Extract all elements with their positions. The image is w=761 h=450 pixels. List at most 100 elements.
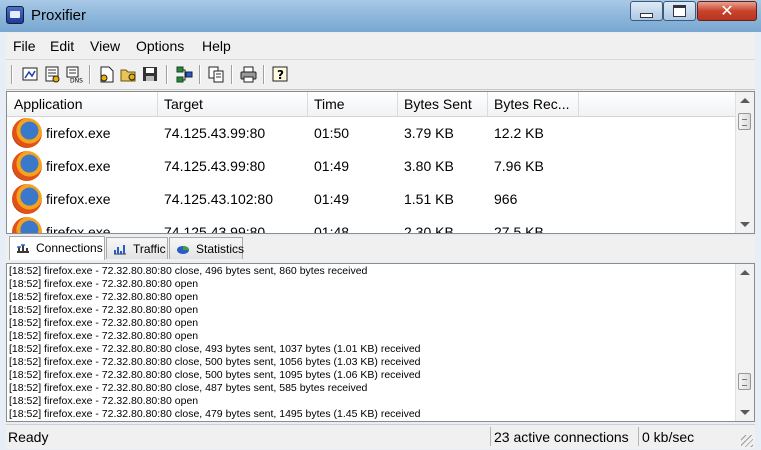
status-rate: 0 kb/sec: [642, 429, 695, 445]
dns-icon[interactable]: DNS: [66, 66, 83, 83]
scrollbar-thumb[interactable]: [738, 113, 751, 130]
connections-scrollbar[interactable]: [735, 92, 754, 233]
tab-label: Statistics: [196, 242, 245, 256]
statistics-icon: [177, 246, 189, 254]
column-divider[interactable]: [397, 92, 398, 116]
maximize-icon: [673, 5, 686, 17]
log-line: [18:52] firefox.exe - 72.32.80.80:80 ope…: [9, 291, 199, 303]
scroll-down-arrow-icon[interactable]: [740, 222, 750, 227]
tab-connections[interactable]: Connections: [9, 236, 105, 260]
toolbar-separator: [199, 65, 201, 84]
table-row[interactable]: firefox.exe 74.125.43.99:80 01:48 2.30 K…: [7, 216, 735, 234]
proxy-chains-icon[interactable]: [176, 66, 193, 83]
connections-header: Application Target Time Bytes Sent Bytes…: [7, 92, 735, 117]
menu-help[interactable]: Help: [202, 38, 231, 54]
cell-bytes-received: 966: [494, 191, 518, 207]
close-button[interactable]: ✕: [697, 1, 757, 21]
firefox-icon: [12, 217, 42, 233]
cell-bytes-received: 7.96 KB: [494, 158, 544, 174]
tab-label: Traffic: [133, 242, 166, 256]
table-row[interactable]: firefox.exe 74.125.43.99:80 01:50 3.79 K…: [7, 117, 735, 150]
proxifier-app-icon[interactable]: [6, 6, 24, 24]
view-tabs: Connections Traffic Statistics: [6, 236, 755, 261]
connections-table: Application Target Time Bytes Sent Bytes…: [6, 91, 755, 234]
firefox-icon: [12, 118, 42, 148]
log-line: [18:52] firefox.exe - 72.32.80.80:80 clo…: [9, 408, 421, 420]
minimize-icon: [640, 12, 653, 18]
toolbar-separator: [11, 65, 13, 84]
cell-time: 01:49: [314, 158, 350, 174]
column-divider[interactable]: [578, 92, 579, 116]
menu-view[interactable]: View: [90, 38, 120, 54]
cell-bytes-received: 27.5 KB: [494, 224, 544, 234]
toolbar-separator: [263, 65, 265, 84]
maximize-button[interactable]: [663, 1, 696, 21]
status-divider: [490, 427, 491, 446]
scroll-up-arrow-icon[interactable]: [740, 270, 750, 275]
copy-icon[interactable]: [208, 66, 225, 83]
scrollbar-thumb[interactable]: [738, 373, 751, 390]
traffic-chart-icon: [114, 245, 126, 255]
cell-target: 74.125.43.99:80: [164, 224, 266, 234]
resize-grip[interactable]: [741, 435, 753, 447]
status-state: Ready: [8, 429, 49, 445]
cell-bytes-sent: 3.80 KB: [404, 158, 454, 174]
toolbar-separator: [166, 65, 168, 84]
save-profile-icon[interactable]: [142, 66, 159, 83]
cell-target: 74.125.43.99:80: [164, 125, 266, 141]
table-row[interactable]: firefox.exe 74.125.43.99:80 01:49 3.80 K…: [7, 150, 735, 183]
cell-application: firefox.exe: [46, 224, 111, 234]
log-line: [18:52] firefox.exe - 72.32.80.80:80 ope…: [9, 304, 199, 316]
minimize-button[interactable]: [630, 1, 663, 21]
column-application[interactable]: Application: [14, 96, 83, 112]
status-divider: [638, 427, 639, 446]
print-icon[interactable]: [240, 66, 257, 83]
column-divider[interactable]: [307, 92, 308, 116]
menu-file[interactable]: File: [13, 38, 36, 54]
log-scrollbar[interactable]: [735, 264, 754, 421]
connections-icon: [17, 244, 29, 253]
new-profile-icon[interactable]: [98, 66, 115, 83]
column-divider[interactable]: [157, 92, 158, 116]
cell-target: 74.125.43.99:80: [164, 158, 266, 174]
tab-statistics[interactable]: Statistics: [169, 237, 245, 259]
cell-time: 01:50: [314, 125, 350, 141]
rules-icon[interactable]: [44, 66, 61, 83]
cell-bytes-received: 12.2 KB: [494, 125, 544, 141]
tab-traffic[interactable]: Traffic: [106, 237, 168, 259]
help-icon[interactable]: ?: [272, 66, 289, 83]
firefox-icon: [12, 151, 42, 181]
column-divider[interactable]: [487, 92, 488, 116]
menu-options[interactable]: Options: [136, 38, 184, 54]
cell-bytes-sent: 2.30 KB: [404, 224, 454, 234]
column-target[interactable]: Target: [164, 96, 203, 112]
cell-target: 74.125.43.102:80: [164, 191, 273, 207]
column-bytes-sent[interactable]: Bytes Sent: [404, 96, 472, 112]
column-bytes-received[interactable]: Bytes Rec...: [494, 96, 569, 112]
log-line: [18:52] firefox.exe - 72.32.80.80:80 clo…: [9, 369, 421, 381]
open-profile-icon[interactable]: [120, 66, 137, 83]
scroll-down-arrow-icon[interactable]: [740, 410, 750, 415]
log-line: [18:52] firefox.exe - 72.32.80.80:80 clo…: [9, 356, 421, 368]
log-line: [18:52] firefox.exe - 72.32.80.80:80 ope…: [9, 317, 199, 329]
cell-time: 01:48: [314, 224, 350, 234]
window-title: Proxifier: [31, 7, 87, 24]
log-line: [18:52] firefox.exe - 72.32.80.80:80 ope…: [9, 395, 199, 407]
cell-bytes-sent: 1.51 KB: [404, 191, 454, 207]
svg-text:DNS: DNS: [70, 78, 83, 84]
cell-application: firefox.exe: [46, 158, 111, 174]
profile-icon[interactable]: [22, 66, 39, 83]
column-time[interactable]: Time: [314, 96, 345, 112]
log-line: [18:52] firefox.exe - 72.32.80.80:80 ope…: [9, 278, 199, 290]
toolbar-separator: [231, 65, 233, 84]
proxifier-window: Proxifier ✕ File Edit View Options Help …: [0, 0, 761, 450]
event-log: [18:52] firefox.exe - 72.32.80.80:80 clo…: [6, 263, 755, 422]
table-row[interactable]: firefox.exe 74.125.43.102:80 01:49 1.51 …: [7, 183, 735, 216]
cell-bytes-sent: 3.79 KB: [404, 125, 454, 141]
log-line: [18:52] firefox.exe - 72.32.80.80:80 clo…: [9, 265, 368, 277]
log-line: [18:52] firefox.exe - 72.32.80.80:80 ope…: [9, 330, 199, 342]
title-bar[interactable]: Proxifier ✕: [0, 0, 761, 32]
scroll-up-arrow-icon[interactable]: [740, 98, 750, 103]
menu-edit[interactable]: Edit: [50, 38, 74, 54]
menu-bar: File Edit View Options Help: [6, 33, 755, 60]
